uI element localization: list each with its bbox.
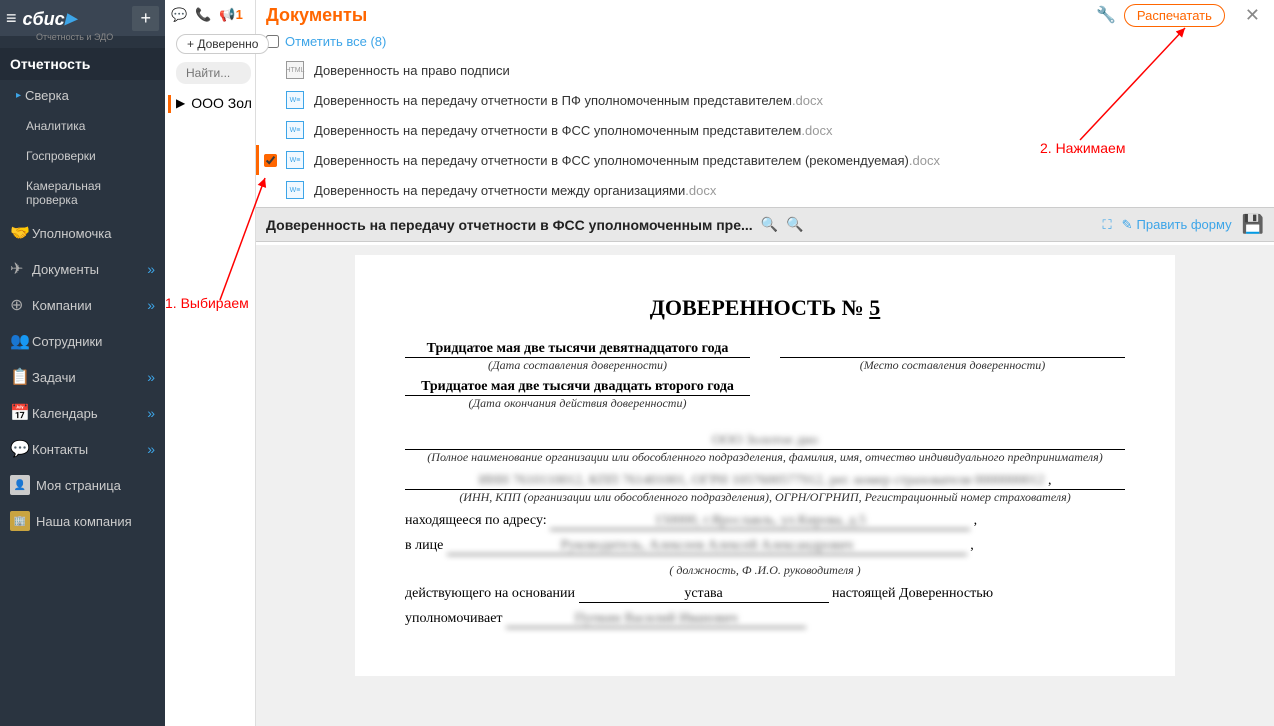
clipboard-icon: 📋 [10, 367, 32, 387]
addr-row: находящееся по адресу: 150000, г.Ярослав… [405, 513, 1125, 530]
doc-name: Доверенность на право подписи [314, 63, 510, 78]
nav-kameral[interactable]: Камеральная проверка [0, 171, 165, 215]
date-end-value: Тридцатое мая две тысячи двадцать второг… [405, 379, 750, 396]
panel-header: Документы 🔧 Распечатать ✕ [256, 0, 1274, 30]
document-page: ДОВЕРЕННОСТЬ № 5 Тридцатое мая две тысяч… [355, 255, 1175, 676]
section-header[interactable]: Отчетность [0, 48, 165, 80]
zoom-in-icon[interactable]: 🔍 [761, 216, 778, 233]
close-icon[interactable]: ✕ [1241, 5, 1264, 26]
org-row[interactable]: ▶ ООО Зол [176, 95, 252, 111]
panel-title: Документы [266, 5, 367, 26]
auth-row: уполномочивает Пупкин Василий Иванович [405, 611, 1125, 628]
place-value [780, 341, 1125, 358]
date-hint: (Дата составления доверенности) [405, 358, 750, 373]
doc-list: HTML Доверенность на право подписи W≡ До… [256, 53, 1274, 207]
save-icon[interactable]: 💾 [1242, 214, 1264, 235]
nav-companies[interactable]: ⊕Компании» [0, 287, 165, 323]
chat-icon: 💬 [10, 439, 32, 459]
zoom-out-icon[interactable]: 🔍 [786, 216, 803, 233]
expand-icon[interactable]: ⛶ [1103, 217, 1112, 233]
org-blur: ООО Золотое дно [712, 433, 818, 448]
add-trust-button[interactable]: + Доверенно [176, 34, 269, 54]
company-icon: 🏢 [10, 511, 30, 531]
person-row: в лице Руководитель, Алексеев Алексей Ал… [405, 538, 1125, 555]
preview-scroller[interactable]: ДОВЕРЕННОСТЬ № 5 Тридцатое мая две тысяч… [256, 245, 1274, 726]
chevron-icon: » [147, 405, 155, 421]
doc-row[interactable]: W≡ Доверенность на передачу отчетности м… [256, 175, 1274, 205]
doc-name: Доверенность на передачу отчетности в ФС… [314, 123, 832, 138]
doc-name: Доверенность на передачу отчетности в ПФ… [314, 93, 823, 108]
nav-employees[interactable]: 👥Сотрудники [0, 323, 165, 359]
doc-row[interactable]: HTML Доверенность на право подписи [256, 55, 1274, 85]
people-icon: 👥 [10, 331, 32, 351]
chat-icon[interactable]: 💬 [171, 7, 187, 23]
date-end-hint: (Дата окончания действия доверенности) [405, 396, 750, 411]
acting-row: действующего на основании устава настоящ… [405, 586, 1125, 603]
inn-blur: ИНН 7610110012, КПП 761401001, ОГРН 1057… [479, 473, 1045, 488]
doc-name: Доверенность на передачу отчетности межд… [314, 183, 716, 198]
send-icon: ✈ [10, 259, 32, 279]
word-icon: W≡ [286, 121, 304, 139]
preview-title: Доверенность на передачу отчетности в ФС… [266, 217, 753, 233]
logo-subtitle: Отчетность и ЭДО [0, 32, 165, 42]
phone-icon[interactable]: 📞 [195, 7, 211, 23]
preview-tools: ⛶ ✎Править форму 💾 [1103, 214, 1265, 235]
menu-icon[interactable]: ≡ [6, 8, 17, 29]
nav-analytics[interactable]: Аналитика [0, 111, 165, 141]
expand-arrow-icon[interactable]: ▶ [176, 96, 185, 110]
mark-all-row[interactable]: Отметить все (8) [256, 30, 1274, 53]
edit-form-link[interactable]: ✎Править форму [1122, 217, 1232, 233]
notification-icon[interactable]: 📢1 [219, 7, 242, 23]
logo: сбис▸ [23, 5, 76, 31]
nav-ourcompany[interactable]: 🏢Наша компания [0, 503, 165, 539]
word-icon: W≡ [286, 181, 304, 199]
documents-panel: Документы 🔧 Распечатать ✕ Отметить все (… [255, 0, 1274, 726]
avatar-icon: 👤 [10, 475, 30, 495]
org-hint: (Полное наименование организации или обо… [405, 450, 1125, 465]
doc-row[interactable]: W≡ Доверенность на передачу отчетности в… [256, 85, 1274, 115]
add-button[interactable]: + [132, 6, 159, 31]
chevron-icon: » [147, 441, 155, 457]
wrench-icon[interactable]: 🔧 [1096, 5, 1116, 25]
chevron-icon: » [147, 297, 155, 313]
nav-checks[interactable]: Госпроверки [0, 141, 165, 171]
mark-all-label: Отметить все (8) [285, 34, 386, 49]
word-icon: W≡ [286, 91, 304, 109]
person-hint: ( должность, Ф .И.О. руководителя ) [405, 563, 1125, 578]
nav-mypage[interactable]: 👤Моя страница [0, 467, 165, 503]
html-icon: HTML [286, 61, 304, 79]
word-icon: W≡ [286, 151, 304, 169]
doc-name: Доверенность на передачу отчетности в ФС… [314, 153, 940, 168]
search-input[interactable] [176, 62, 251, 84]
handshake-icon: 🤝 [10, 223, 32, 243]
place-hint: (Место составления доверенности) [780, 358, 1125, 373]
date-value: Тридцатое мая две тысячи девятнадцатого … [405, 341, 750, 358]
nav-calendar[interactable]: 📅Календарь» [0, 395, 165, 431]
sidebar: ≡ сбис▸ + Отчетность и ЭДО Отчетность Св… [0, 0, 165, 726]
annotation-1: 1. Выбираем [165, 295, 249, 311]
chevron-icon: » [147, 261, 155, 277]
nav-tasks[interactable]: 📋Задачи» [0, 359, 165, 395]
doc-checkbox[interactable] [264, 154, 277, 167]
org-name: ООО Зол [191, 95, 252, 111]
nav-upolnomochka[interactable]: 🤝Уполномочка [0, 215, 165, 251]
annotation-2: 2. Нажимаем [1040, 140, 1125, 156]
doc-title: ДОВЕРЕННОСТЬ № 5 [405, 295, 1125, 321]
chevron-icon: » [147, 369, 155, 385]
print-button[interactable]: Распечатать [1124, 4, 1225, 27]
calendar-icon: 📅 [10, 403, 32, 423]
globe-icon: ⊕ [10, 295, 32, 315]
preview-bar: Доверенность на передачу отчетности в ФС… [256, 207, 1274, 242]
pencil-icon: ✎ [1122, 217, 1133, 233]
org-marker [168, 95, 171, 113]
inn-hint: (ИНН, КПП (организации или обособленного… [405, 490, 1125, 505]
nav-contacts[interactable]: 💬Контакты» [0, 431, 165, 467]
nav-sverka[interactable]: Сверка [0, 80, 165, 111]
panel-tools: 🔧 Распечатать ✕ [1096, 4, 1264, 27]
nav-documents[interactable]: ✈Документы» [0, 251, 165, 287]
sidebar-header: ≡ сбис▸ + [0, 0, 165, 36]
topbar: 💬 📞 📢1 [165, 0, 255, 30]
